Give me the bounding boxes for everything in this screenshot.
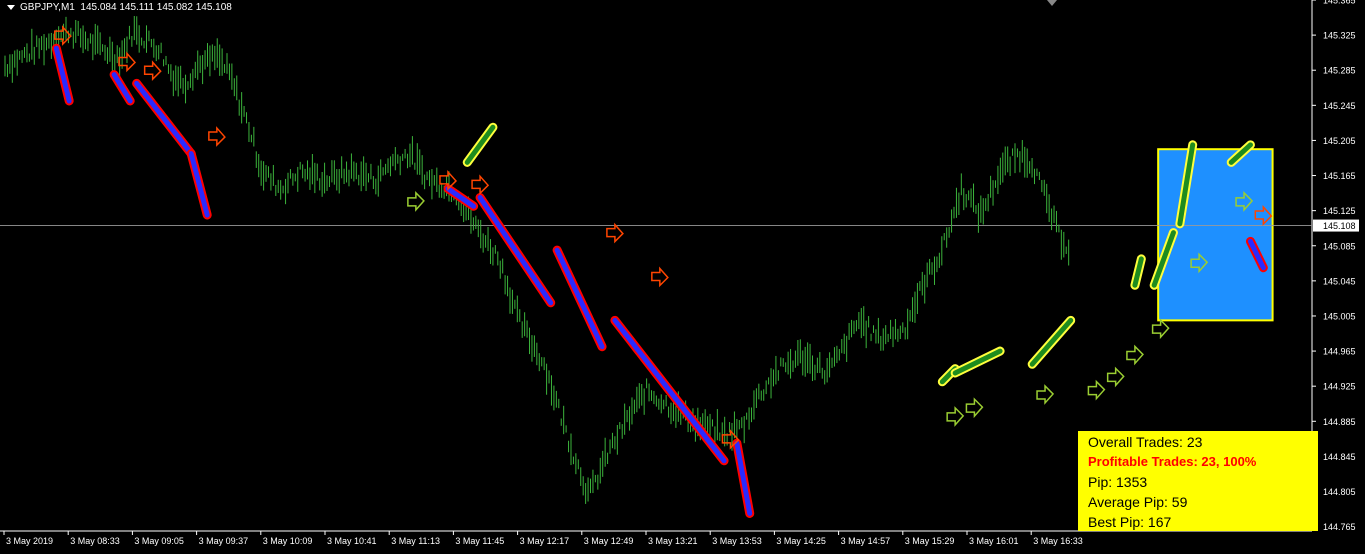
x-tick-label: 3 May 13:53 xyxy=(712,536,762,546)
x-tick-label: 3 May 09:37 xyxy=(199,536,249,546)
y-tick-label: 145.085 xyxy=(1323,241,1356,251)
buy-arrow-icon xyxy=(1151,318,1170,340)
sell-arrow-icon xyxy=(439,169,458,191)
sell-trade-line xyxy=(612,317,727,464)
y-tick-label: 144.885 xyxy=(1323,417,1356,427)
buy-arrow-icon xyxy=(1087,379,1106,401)
y-tick-label: 145.205 xyxy=(1323,136,1356,146)
x-tick-label: 3 May 14:57 xyxy=(841,536,891,546)
x-tick-label: 3 May 16:33 xyxy=(1033,536,1083,546)
y-tick-label: 144.965 xyxy=(1323,347,1356,357)
sell-arrow-icon xyxy=(208,126,226,147)
sell-arrow-icon xyxy=(471,174,490,196)
x-tick-label: 3 May 13:21 xyxy=(648,536,698,546)
symbol-label: GBPJPY,M1 xyxy=(20,2,75,13)
sell-arrow-icon xyxy=(651,266,669,288)
y-tick-label: 145.165 xyxy=(1323,171,1356,181)
y-tick-label: 145.365 xyxy=(1323,0,1356,6)
x-tick-label: 3 May 11:13 xyxy=(391,536,440,546)
sell-arrow-icon xyxy=(606,222,624,244)
x-tick-label: 3 May 12:49 xyxy=(584,536,634,546)
pip-total: Pip: 1353 xyxy=(1088,474,1148,490)
y-tick-label: 145.045 xyxy=(1323,276,1356,286)
y-tick-label: 145.245 xyxy=(1323,101,1356,111)
y-tick-label: 144.925 xyxy=(1323,382,1356,392)
x-tick-label: 3 May 10:09 xyxy=(263,536,313,546)
ohlc-values: 145.084 145.111 145.082 145.108 xyxy=(80,2,232,13)
stats-panel: Overall Trades: 23 Profitable Trades: 23… xyxy=(1078,431,1318,531)
x-tick-label: 3 May 12:17 xyxy=(520,536,570,546)
y-tick-label: 145.005 xyxy=(1323,311,1356,321)
sell-trade-line xyxy=(188,151,210,218)
y-tick-label: 144.845 xyxy=(1323,452,1356,462)
current-price-label: 145.108 xyxy=(1323,221,1356,231)
sell-trade-line xyxy=(111,72,133,104)
chart-header: GBPJPY,M1 145.084 145.111 145.082 145.10… xyxy=(20,2,232,13)
sell-trade-line xyxy=(554,247,605,350)
buy-trade-line xyxy=(464,124,496,165)
x-tick-label: 3 May 08:33 xyxy=(70,536,120,546)
sell-trade-line xyxy=(134,80,194,157)
profitable-trades: Profitable Trades: 23, 100% xyxy=(1088,454,1257,469)
chart-menu-icon[interactable] xyxy=(7,5,15,10)
buy-arrow-icon xyxy=(1106,366,1125,388)
scroll-marker-icon xyxy=(1047,0,1057,6)
buy-arrow-icon xyxy=(407,191,425,212)
x-tick-label: 3 May 16:01 xyxy=(969,536,1019,546)
x-tick-label: 3 May 14:25 xyxy=(776,536,826,546)
buy-trade-line xyxy=(952,348,1003,376)
y-tick-label: 144.805 xyxy=(1323,487,1356,497)
buy-arrow-icon xyxy=(1036,384,1055,405)
y-tick-label: 145.125 xyxy=(1323,206,1356,216)
best-pip: Best Pip: 167 xyxy=(1088,514,1172,530)
overall-trades: Overall Trades: 23 xyxy=(1088,434,1203,450)
buy-arrow-icon xyxy=(965,397,984,419)
x-tick-label: 3 May 10:41 xyxy=(327,536,377,546)
buy-trade-line xyxy=(1029,317,1074,367)
average-pip: Average Pip: 59 xyxy=(1088,494,1188,510)
sell-arrow-icon xyxy=(143,60,162,82)
x-tick-label: 3 May 11:45 xyxy=(455,536,504,546)
buy-arrow-icon xyxy=(1126,344,1144,366)
x-tick-label: 3 May 09:05 xyxy=(134,536,184,546)
buy-arrow-icon xyxy=(946,406,965,427)
x-tick-label: 3 May 15:29 xyxy=(905,536,955,546)
y-tick-label: 145.325 xyxy=(1323,31,1356,41)
x-tick-label: 3 May 2019 xyxy=(6,536,53,546)
y-tick-label: 144.765 xyxy=(1323,522,1356,532)
y-tick-label: 145.285 xyxy=(1323,66,1356,76)
